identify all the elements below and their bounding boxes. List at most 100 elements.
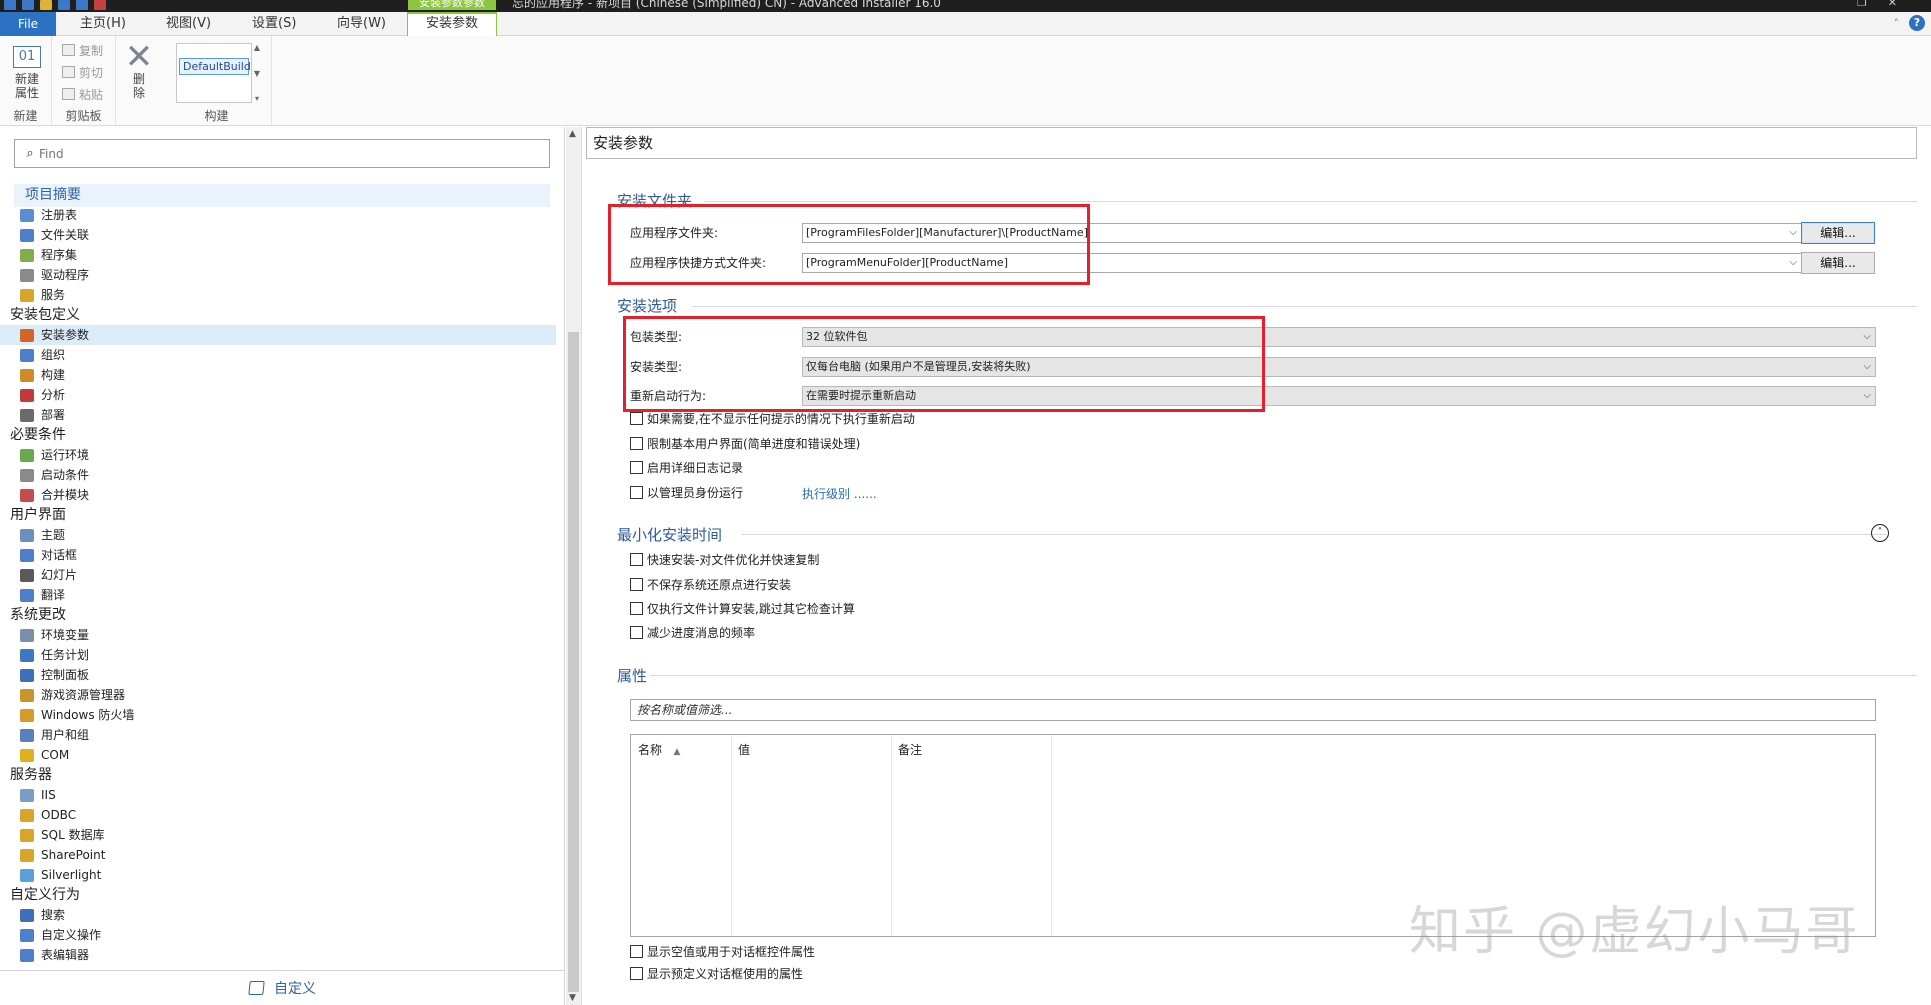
nav-item[interactable]: ODBC [0, 805, 565, 825]
checkbox-fast-install[interactable]: 快速安装-对文件优化并快速复制 [630, 551, 819, 567]
nav-category[interactable]: 安装包定义 [0, 305, 565, 325]
checkbox-box[interactable] [630, 552, 643, 566]
run-icon[interactable] [94, 0, 106, 10]
checkbox-box[interactable] [630, 577, 643, 591]
checkbox-file-costing-only[interactable]: 仅执行文件计算安装,跳过其它检查计算 [630, 600, 855, 616]
nav-item[interactable]: 自定义操作 [0, 925, 565, 945]
collapse-ribbon-icon[interactable]: ˄ [1894, 17, 1900, 30]
checkbox-box[interactable] [630, 411, 643, 425]
paste-button[interactable]: 粘贴 [62, 85, 103, 103]
ribbon-group-label: 构建 [204, 109, 229, 123]
nav-item[interactable]: 安装参数 [0, 325, 556, 345]
build-item-default[interactable]: DefaultBuild [179, 58, 251, 75]
checkbox-box[interactable] [630, 966, 643, 980]
nav-item[interactable]: 用户和组 [0, 725, 565, 745]
section-divider [692, 306, 1917, 307]
redo-icon[interactable] [58, 0, 70, 10]
nav-item[interactable]: 部署 [0, 405, 565, 425]
nav-category[interactable]: 用户界面 [0, 505, 565, 525]
nav-item[interactable]: 程序集 [0, 245, 565, 265]
tab-view[interactable]: 视图(V) [166, 12, 211, 36]
help-icon[interactable]: ? [1909, 15, 1925, 31]
nav-item[interactable]: Windows 防火墙 [0, 705, 565, 725]
nav-item[interactable]: IIS [0, 785, 565, 805]
scroll-thumb[interactable] [568, 332, 579, 992]
nav-item[interactable]: 驱动程序 [0, 265, 565, 285]
nav-item[interactable]: 注册表 [0, 205, 565, 225]
checkbox-box[interactable] [630, 601, 643, 615]
column-header-name[interactable]: 名称 ▲ [638, 741, 680, 758]
nav-item[interactable]: 表编辑器 [0, 945, 565, 965]
tab-home[interactable]: 主页(H) [80, 12, 126, 36]
nav-item[interactable]: 组织 [0, 345, 565, 365]
checkbox-show-predefined[interactable]: 显示预定义对话框使用的属性 [630, 965, 803, 981]
nav-item-label: 注册表 [41, 208, 78, 222]
build-list-scroll[interactable]: ▲ ▼ ▾ [252, 43, 262, 103]
nav-category[interactable]: 必要条件 [0, 425, 565, 445]
nav-item[interactable]: 合并模块 [0, 485, 565, 505]
edit-shortcut-folder-button[interactable]: 编辑... [1801, 252, 1875, 274]
column-header-comment[interactable]: 备注 [898, 741, 922, 758]
checkbox-box[interactable] [630, 625, 643, 639]
nav-item[interactable]: 主题 [0, 525, 565, 545]
checkbox-box[interactable] [630, 944, 643, 958]
search-input[interactable] [39, 141, 549, 166]
nav-scrollbar[interactable]: ▲ ▼ [566, 127, 582, 1005]
copy-button[interactable]: 复制 [62, 41, 103, 59]
nav-header-project-summary[interactable]: 项目摘要 [14, 184, 550, 207]
nav-item[interactable]: 幻灯片 [0, 565, 565, 585]
checkbox-run-as-admin[interactable]: 以管理员身份运行 [630, 484, 743, 500]
build-list[interactable]: DefaultBuild [176, 43, 252, 103]
checkbox-basic-ui[interactable]: 限制基本用户界面(简单进度和错误处理) [630, 435, 860, 451]
checkbox-show-empty-values[interactable]: 显示空值或用于对话框控件属性 [630, 943, 815, 959]
nav-category[interactable]: 服务器 [0, 765, 565, 785]
nav-item[interactable]: COM [0, 745, 565, 765]
checkbox-box[interactable] [630, 436, 643, 450]
nav-item[interactable]: 控制面板 [0, 665, 565, 685]
tab-wizard[interactable]: 向导(W) [337, 12, 386, 36]
app-icon [22, 0, 34, 10]
property-filter-input[interactable]: 按名称或值筛选... [630, 699, 1876, 721]
undo-icon[interactable] [40, 0, 52, 10]
search-box[interactable]: ⌕ [14, 139, 550, 168]
new-property-button[interactable]: 01 新建 属性 [10, 46, 44, 100]
nav-item[interactable]: 游戏资源管理器 [0, 685, 565, 705]
nav-item[interactable]: 搜索 [0, 905, 565, 925]
nav-item[interactable]: 对话框 [0, 545, 565, 565]
column-header-value[interactable]: 值 [738, 741, 750, 758]
nav-item[interactable]: SharePoint [0, 845, 565, 865]
nav-item[interactable]: 运行环境 [0, 445, 565, 465]
nav-category[interactable]: 系统更改 [0, 605, 565, 625]
scroll-down-icon[interactable]: ▼ [569, 993, 576, 1003]
scroll-up-icon[interactable]: ▲ [569, 129, 576, 139]
nav-item[interactable]: Silverlight [0, 865, 565, 885]
save-icon[interactable] [4, 0, 16, 10]
window-controls[interactable]: ❐ ✕ [1857, 0, 1897, 9]
nav-item[interactable]: 翻译 [0, 585, 565, 605]
checkbox-reduce-progress[interactable]: 减少进度消息的频率 [630, 624, 755, 640]
nav-item[interactable]: 服务 [0, 285, 565, 305]
nav-item[interactable]: 分析 [0, 385, 565, 405]
checkbox-box[interactable] [630, 485, 643, 499]
cut-button[interactable]: 剪切 [62, 63, 103, 81]
nav-item[interactable]: 启动条件 [0, 465, 565, 485]
tab-install-parameters[interactable]: 安装参数 [407, 12, 498, 37]
execution-level-link[interactable]: 执行级别 ...... [802, 485, 877, 502]
tab-settings[interactable]: 设置(S) [252, 12, 296, 36]
nav-category[interactable]: 自定义行为 [0, 885, 565, 905]
checkbox-verbose-log[interactable]: 启用详细日志记录 [630, 459, 743, 475]
checkbox-box[interactable] [630, 460, 643, 474]
checkbox-silent-reboot[interactable]: 如果需要,在不显示任何提示的情况下执行重新启动 [630, 410, 915, 426]
nav-item[interactable]: SQL 数据库 [0, 825, 565, 845]
nav-item[interactable]: 环境变量 [0, 625, 565, 645]
file-menu[interactable]: File [0, 12, 56, 36]
edit-app-folder-button[interactable]: 编辑... [1801, 222, 1875, 244]
nav-item[interactable]: 文件关联 [0, 225, 565, 245]
checkbox-no-restore-point[interactable]: 不保存系统还原点进行安装 [630, 576, 791, 592]
build-icon[interactable] [76, 0, 88, 10]
customize-button[interactable]: 自定义 [0, 970, 565, 1005]
nav-item[interactable]: 构建 [0, 365, 565, 385]
delete-button[interactable]: ✕ 删 除 [124, 40, 154, 100]
collapse-section-icon[interactable]: ˄ [1871, 524, 1889, 542]
nav-item[interactable]: 任务计划 [0, 645, 565, 665]
